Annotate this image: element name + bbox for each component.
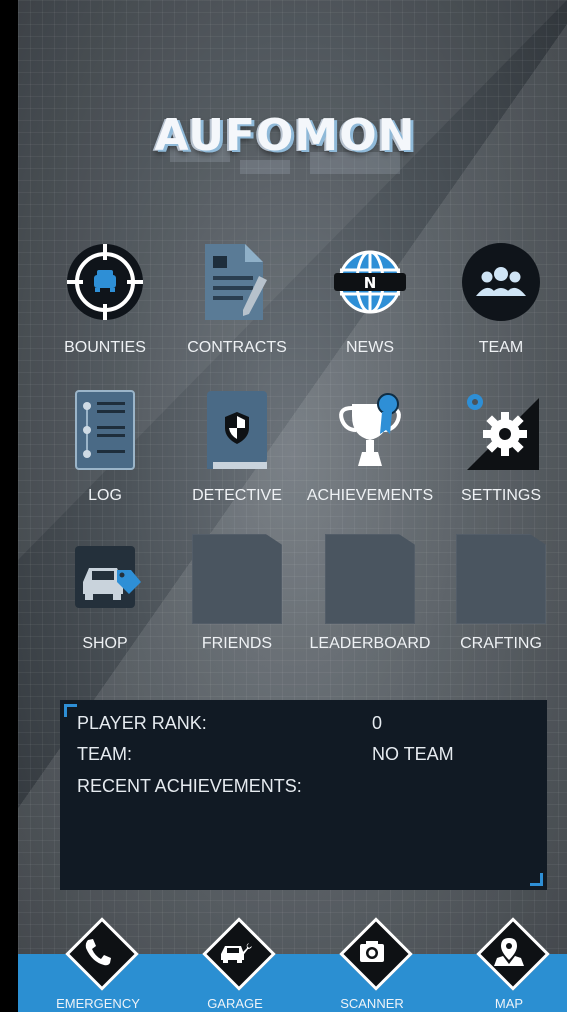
menu-news[interactable]: N NEWS: [305, 242, 435, 362]
menu-label: CONTRACTS: [187, 339, 287, 356]
menu-label: NEWS: [346, 339, 394, 356]
team-icon: [461, 242, 541, 322]
menu-label: TEAM: [478, 339, 524, 356]
nav-scanner[interactable]: SCANNER: [317, 917, 427, 1012]
car-wrench-icon: [221, 943, 252, 963]
nav-label: GARAGE: [207, 996, 263, 1011]
menu-label: SETTINGS: [460, 487, 541, 504]
menu-settings[interactable]: SETTINGS: [436, 390, 566, 510]
menu-label: CRAFTING: [460, 635, 542, 652]
player-rank-label: PLAYER RANK:: [77, 713, 207, 733]
menu-leaderboard[interactable]: LEADERBOARD: [305, 530, 435, 658]
team-label: TEAM:: [77, 744, 133, 764]
panel-corner: [64, 704, 77, 717]
menu-log[interactable]: LOG: [40, 390, 170, 510]
player-info-panel: PLAYER RANK: 0 TEAM: NO TEAM RECENT ACHI…: [60, 700, 547, 890]
menu-label: LOG: [88, 487, 122, 504]
menu-label: DETECTIVE: [192, 487, 282, 504]
menu-friends[interactable]: FRIENDS: [172, 530, 302, 658]
menu-detective[interactable]: DETECTIVE: [172, 390, 302, 510]
team-value: NO TEAM: [372, 744, 454, 764]
player-rank-value: 0: [372, 713, 383, 733]
locked-placeholder-icon: [325, 534, 415, 624]
document-pen-icon: [197, 242, 277, 322]
menu-team[interactable]: TEAM: [436, 242, 566, 362]
locked-placeholder-icon: [456, 534, 546, 624]
menu-label: FRIENDS: [201, 635, 273, 652]
menu-crafting[interactable]: CRAFTING: [436, 530, 566, 658]
gear-icon: [461, 390, 541, 470]
menu-label: BOUNTIES: [64, 339, 146, 356]
menu-contracts[interactable]: CONTRACTS: [172, 242, 302, 362]
camera-icon: [360, 941, 384, 962]
trophy-icon: [330, 390, 410, 470]
nav-label: EMERGENCY: [56, 996, 140, 1011]
log-list-icon: [65, 390, 145, 470]
menu-achievements[interactable]: ACHIEVEMENTS: [305, 390, 435, 510]
menu-label: ACHIEVEMENTS: [306, 487, 434, 504]
svg-text:N: N: [364, 274, 377, 292]
recent-achievements-label: RECENT ACHIEVEMENTS:: [77, 776, 302, 796]
app-title: AUFOMON: [154, 110, 416, 161]
app-logo: AUFOMON: [150, 100, 420, 190]
locked-placeholder-icon: [192, 534, 282, 624]
panel-corner: [530, 873, 543, 886]
car-tag-icon: [65, 538, 145, 618]
logo-glitch: [240, 160, 290, 174]
menu-bounties[interactable]: BOUNTIES: [40, 242, 170, 362]
nav-label: SCANNER: [340, 996, 404, 1011]
menu-label: LEADERBOARD: [309, 635, 431, 652]
car-target-icon: [65, 242, 145, 322]
menu-label: SHOP: [82, 635, 128, 652]
nav-map[interactable]: MAP: [454, 917, 564, 1012]
nav-emergency[interactable]: EMERGENCY: [43, 917, 153, 1012]
menu-shop[interactable]: SHOP: [40, 538, 170, 658]
globe-news-icon: N: [330, 242, 410, 322]
detective-book-icon: [197, 390, 277, 470]
nav-label: MAP: [494, 996, 524, 1011]
map-pin-icon: [494, 938, 524, 966]
nav-garage[interactable]: GARAGE: [180, 917, 290, 1012]
phone-icon: [85, 939, 111, 966]
